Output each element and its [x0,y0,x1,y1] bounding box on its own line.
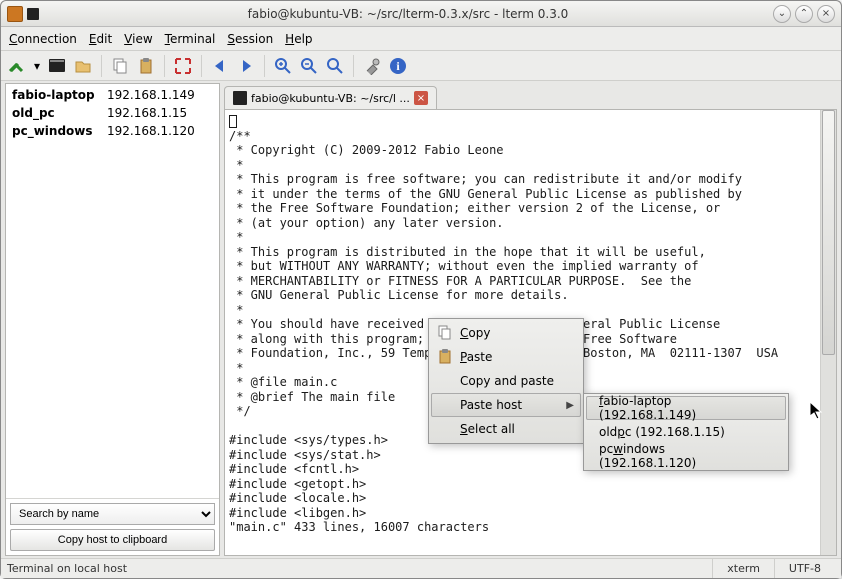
close-button[interactable]: × [817,5,835,23]
host-name: old_pc [12,106,107,120]
copy-host-button[interactable]: Copy host to clipboard [10,529,215,551]
host-list[interactable]: fabio-laptop 192.168.1.149 old_pc 192.16… [6,84,219,498]
ctx-copy-label: Copy [460,326,490,340]
host-row[interactable]: fabio-laptop 192.168.1.149 [8,86,217,104]
ctx-paste-host-label: Paste host [460,398,522,412]
scrollbar-track[interactable] [821,110,836,555]
sidebar-controls: Search by name Copy host to clipboard [6,498,219,555]
about-button[interactable]: i [386,54,410,78]
minimize-button[interactable]: ⌄ [773,5,791,23]
fullscreen-button[interactable] [171,54,195,78]
menu-connection[interactable]: Connection [9,32,77,46]
toolbar: ▾ i [1,51,841,81]
app-window: fabio@kubuntu-VB: ~/src/lterm-0.3.x/src … [0,0,842,579]
menu-terminal[interactable]: Terminal [165,32,216,46]
paste-host-submenu[interactable]: fabio-laptop (192.168.1.149) oldpc (192.… [583,393,789,471]
menu-edit[interactable]: Edit [89,32,112,46]
context-menu[interactable]: Copy Paste Copy and paste Paste host ▶ S… [428,318,584,444]
toolbar-separator [201,55,202,77]
main-area: fabio-laptop 192.168.1.149 old_pc 192.16… [1,81,841,558]
statusbar: Terminal on local host xterm UTF-8 [1,558,841,578]
copy-button[interactable] [108,54,132,78]
ctx-copy-paste-label: Copy and paste [460,374,554,388]
terminal-glyph-icon [27,8,39,20]
connect-button[interactable] [5,54,29,78]
host-name: pc_windows [12,124,107,138]
host-row[interactable]: pc_windows 192.168.1.120 [8,122,217,140]
menubar: Connection Edit View Terminal Session He… [1,27,841,51]
terminal-tab[interactable]: fabio@kubuntu-VB: ~/src/l ... × [224,86,437,109]
paste-button[interactable] [134,54,158,78]
mouse-cursor-icon [810,402,826,422]
search-select[interactable]: Search by name [10,503,215,525]
connect-dropdown[interactable]: ▾ [31,54,43,78]
submenu-host[interactable]: pcwindows (192.168.1.120) [586,444,786,468]
host-ip: 192.168.1.120 [107,124,213,138]
paste-icon [436,348,454,366]
terminal-icon [233,91,247,105]
maximize-button[interactable]: ⌃ [795,5,813,23]
scrollbar[interactable] [820,110,836,555]
sidebar: fabio-laptop 192.168.1.149 old_pc 192.16… [5,83,220,556]
host-name: fabio-laptop [12,88,107,102]
ctx-copy-paste[interactable]: Copy and paste [431,369,581,393]
submenu-arrow-icon: ▶ [566,400,574,411]
zoom-reset-button[interactable] [323,54,347,78]
status-encoding: UTF-8 [774,559,835,578]
host-ip: 192.168.1.15 [107,106,213,120]
ctx-paste-label: Paste [460,350,492,364]
tab-close-button[interactable]: × [414,91,428,105]
host-row[interactable]: old_pc 192.168.1.15 [8,104,217,122]
submenu-host[interactable]: fabio-laptop (192.168.1.149) [586,396,786,420]
preferences-button[interactable] [360,54,384,78]
ctx-paste-host[interactable]: Paste host ▶ [431,393,581,417]
zoom-in-button[interactable] [271,54,295,78]
copy-icon [436,324,454,342]
app-icon [7,6,23,22]
submenu-host[interactable]: oldpc (192.168.1.15) [586,420,786,444]
open-button[interactable] [71,54,95,78]
status-termtype: xterm [712,559,774,578]
menu-view[interactable]: View [124,32,152,46]
titlebar: fabio@kubuntu-VB: ~/src/lterm-0.3.x/src … [1,1,841,27]
tab-bar: fabio@kubuntu-VB: ~/src/l ... × [224,83,837,109]
window-title: fabio@kubuntu-VB: ~/src/lterm-0.3.x/src … [47,7,769,21]
submenu-host-label: fabio-laptop (192.168.1.149) [599,394,761,422]
ctx-copy[interactable]: Copy [431,321,581,345]
terminal-cursor [229,115,237,128]
ctx-select-all-label: Select all [460,422,515,436]
menu-session[interactable]: Session [227,32,273,46]
submenu-host-label: oldpc (192.168.1.15) [599,425,725,439]
zoom-out-button[interactable] [297,54,321,78]
scrollbar-thumb[interactable] [822,110,835,355]
status-left: Terminal on local host [7,562,712,575]
menu-help[interactable]: Help [285,32,312,46]
toolbar-separator [264,55,265,77]
toolbar-separator [101,55,102,77]
toolbar-separator [353,55,354,77]
new-terminal-button[interactable] [45,54,69,78]
ctx-select-all[interactable]: Select all [431,417,581,441]
ctx-paste[interactable]: Paste [431,345,581,369]
tab-label: fabio@kubuntu-VB: ~/src/l ... [251,92,410,105]
host-ip: 192.168.1.149 [107,88,213,102]
toolbar-separator [164,55,165,77]
submenu-host-label: pcwindows (192.168.1.120) [599,442,761,470]
forward-button[interactable] [234,54,258,78]
back-button[interactable] [208,54,232,78]
